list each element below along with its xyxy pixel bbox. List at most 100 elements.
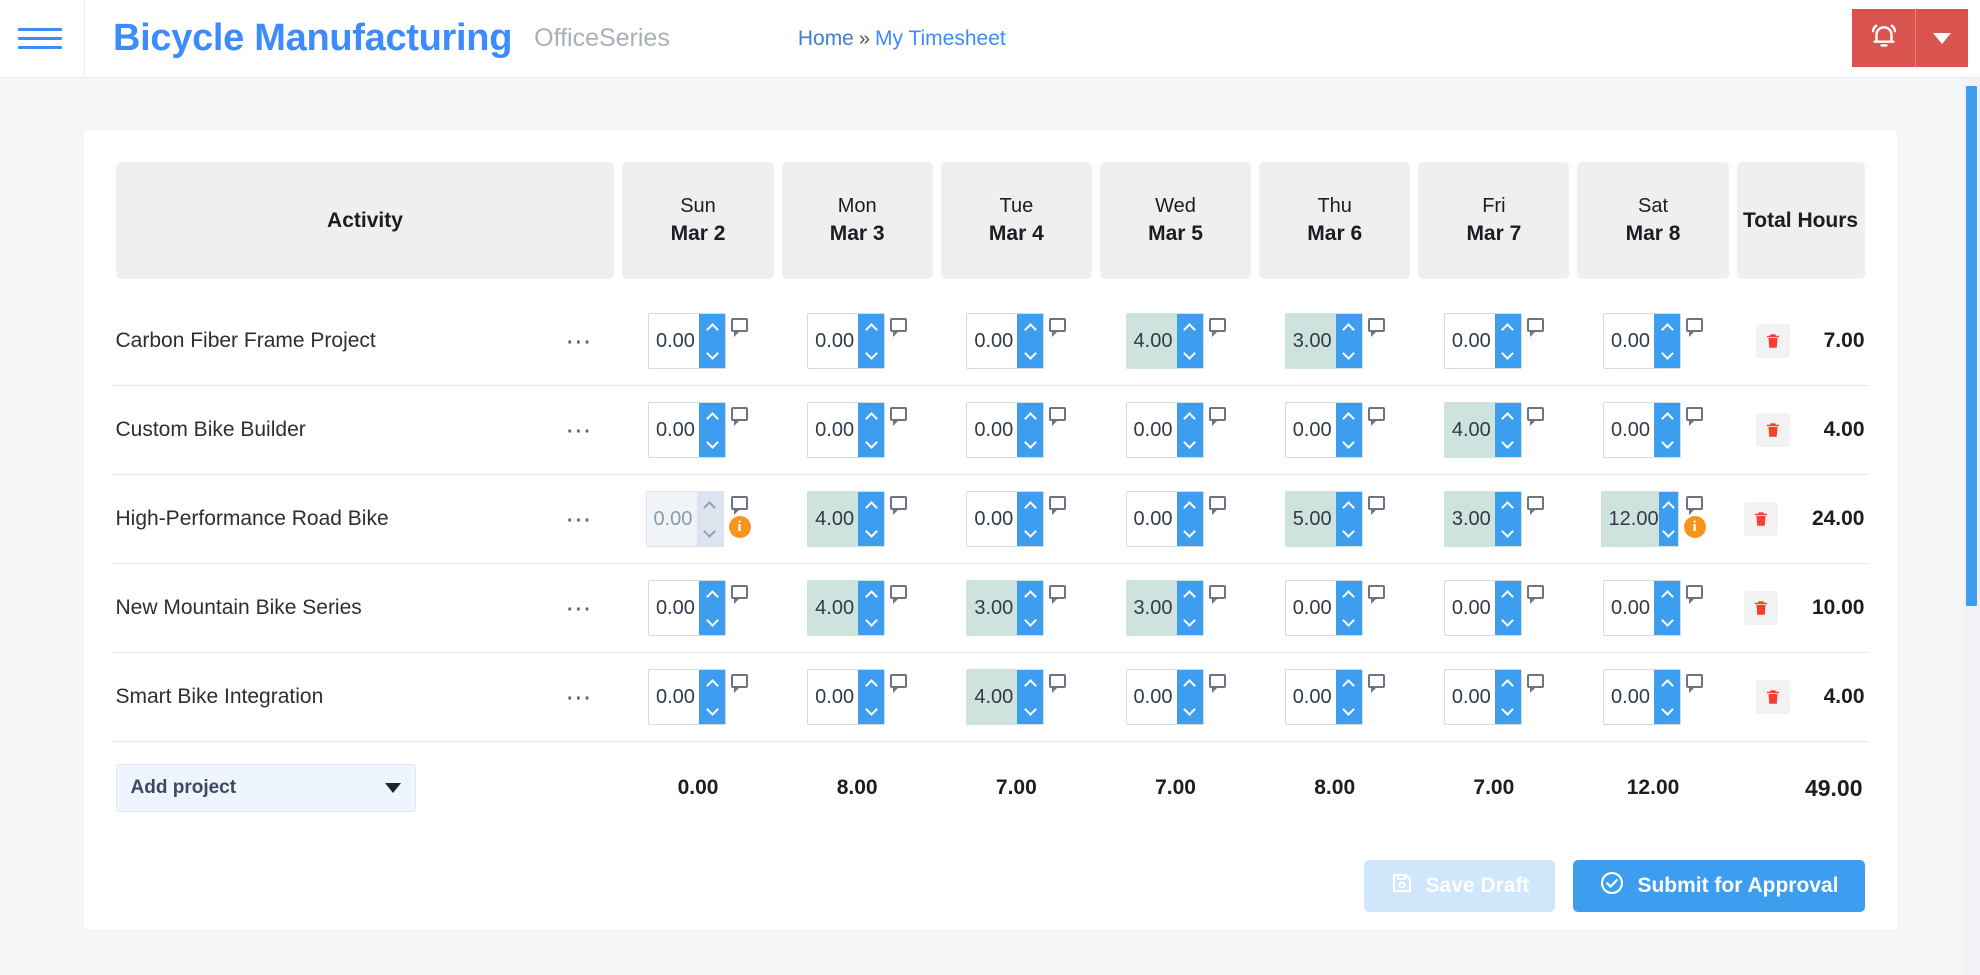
stepper-up-button[interactable] xyxy=(1654,403,1681,430)
stepper-down-button[interactable] xyxy=(858,430,885,457)
ellipsis-icon[interactable]: ⋯ xyxy=(561,417,598,443)
stepper-down-button[interactable] xyxy=(1017,519,1044,546)
hours-stepper[interactable]: 0.00 xyxy=(1125,669,1204,725)
comment-icon[interactable] xyxy=(1526,674,1544,693)
stepper-up-button[interactable] xyxy=(1176,314,1203,341)
stepper-up-button[interactable] xyxy=(1494,403,1521,430)
comment-icon[interactable] xyxy=(1049,407,1067,426)
hours-stepper[interactable]: 0.00 xyxy=(807,669,886,725)
stepper-up-button[interactable] xyxy=(1176,403,1203,430)
hours-input[interactable]: 3.00 xyxy=(967,581,1017,635)
comment-icon[interactable] xyxy=(1049,585,1067,604)
stepper-up-button[interactable] xyxy=(1017,492,1044,519)
breadcrumb-current[interactable]: My Timesheet xyxy=(875,27,1006,50)
stepper-down-button[interactable] xyxy=(858,341,885,368)
hours-stepper[interactable]: 0.00 xyxy=(966,313,1045,369)
comment-icon[interactable] xyxy=(1049,318,1067,337)
comment-icon[interactable] xyxy=(890,407,908,426)
hours-input[interactable]: 4.00 xyxy=(808,492,858,546)
stepper-down-button[interactable] xyxy=(858,697,885,724)
comment-icon[interactable] xyxy=(1208,674,1226,693)
hours-stepper[interactable]: 0.00 xyxy=(1284,402,1363,458)
hours-stepper[interactable]: 3.00 xyxy=(1125,580,1204,636)
stepper-up-button[interactable] xyxy=(1335,314,1362,341)
hours-input[interactable]: 0.00 xyxy=(1445,670,1495,724)
stepper-up-button[interactable] xyxy=(1658,492,1678,519)
stepper-down-button[interactable] xyxy=(1176,697,1203,724)
hours-input[interactable]: 4.00 xyxy=(1127,314,1177,368)
hours-input[interactable]: 12.00 xyxy=(1602,492,1659,546)
submit-for-approval-button[interactable]: Submit for Approval xyxy=(1573,860,1865,912)
stepper-down-button[interactable] xyxy=(858,608,885,635)
hours-input[interactable]: 3.00 xyxy=(1127,581,1177,635)
stepper-down-button[interactable] xyxy=(1335,697,1362,724)
hours-stepper[interactable]: 0.00 xyxy=(648,402,726,458)
comment-icon[interactable] xyxy=(1686,407,1704,426)
save-draft-button[interactable]: Save Draft xyxy=(1363,860,1556,912)
stepper-up-button[interactable] xyxy=(1335,581,1362,608)
stepper-up-button[interactable] xyxy=(699,403,725,430)
comment-icon[interactable] xyxy=(1686,496,1704,515)
hours-stepper[interactable]: 0.00 xyxy=(966,491,1045,547)
comment-icon[interactable] xyxy=(1049,496,1067,515)
hours-stepper[interactable]: 0.00 xyxy=(1603,669,1682,725)
stepper-down-button[interactable] xyxy=(699,341,725,368)
hours-stepper[interactable]: 12.00 xyxy=(1600,491,1679,547)
hours-input[interactable]: 0.00 xyxy=(1604,403,1654,457)
hours-input[interactable]: 3.00 xyxy=(1445,492,1495,546)
ellipsis-icon[interactable]: ⋯ xyxy=(561,684,598,710)
stepper-down-button[interactable] xyxy=(1335,430,1362,457)
hours-stepper[interactable]: 5.00 xyxy=(1284,491,1363,547)
stepper-up-button[interactable] xyxy=(699,314,725,341)
stepper-down-button[interactable] xyxy=(1654,341,1681,368)
stepper-up-button[interactable] xyxy=(858,670,885,697)
comment-icon[interactable] xyxy=(1526,407,1544,426)
hours-stepper[interactable]: 0.00 xyxy=(648,580,726,636)
hours-input[interactable]: 0.00 xyxy=(808,314,858,368)
comment-icon[interactable] xyxy=(731,407,748,426)
hours-stepper[interactable]: 0.00 xyxy=(807,402,886,458)
comment-icon[interactable] xyxy=(731,318,748,337)
stepper-down-button[interactable] xyxy=(1017,608,1044,635)
hours-input[interactable]: 0.00 xyxy=(1604,581,1654,635)
hours-stepper[interactable]: 0.00 xyxy=(966,402,1045,458)
stepper-down-button[interactable] xyxy=(699,608,725,635)
stepper-down-button[interactable] xyxy=(1658,519,1678,546)
hours-stepper[interactable]: 4.00 xyxy=(807,580,886,636)
stepper-up-button[interactable] xyxy=(1017,670,1044,697)
stepper-down-button[interactable] xyxy=(1335,608,1362,635)
ellipsis-icon[interactable]: ⋯ xyxy=(561,506,598,532)
comment-icon[interactable] xyxy=(890,496,908,515)
stepper-up-button[interactable] xyxy=(1335,670,1362,697)
hours-stepper[interactable]: 0.00 xyxy=(645,491,724,547)
stepper-up-button[interactable] xyxy=(858,492,885,519)
hours-input[interactable]: 0.00 xyxy=(1286,403,1336,457)
hours-stepper[interactable]: 0.00 xyxy=(1603,402,1682,458)
hours-stepper[interactable]: 0.00 xyxy=(648,669,726,725)
delete-row-button[interactable] xyxy=(1743,502,1778,536)
hours-stepper[interactable]: 0.00 xyxy=(648,313,726,369)
stepper-down-button[interactable] xyxy=(1176,430,1203,457)
comment-icon[interactable] xyxy=(1526,585,1544,604)
comment-icon[interactable] xyxy=(731,585,748,604)
breadcrumb-home[interactable]: Home xyxy=(798,27,854,50)
comment-icon[interactable] xyxy=(1208,407,1226,426)
hours-input[interactable]: 0.00 xyxy=(1445,314,1495,368)
hours-stepper[interactable]: 4.00 xyxy=(966,669,1045,725)
hours-stepper[interactable]: 0.00 xyxy=(1284,669,1363,725)
comment-icon[interactable] xyxy=(1367,318,1385,337)
stepper-up-button[interactable] xyxy=(858,314,885,341)
hours-stepper[interactable]: 3.00 xyxy=(1284,313,1363,369)
stepper-up-button[interactable] xyxy=(1654,314,1681,341)
delete-row-button[interactable] xyxy=(1743,591,1778,625)
stepper-up-button[interactable] xyxy=(1176,581,1203,608)
comment-icon[interactable] xyxy=(890,674,908,693)
hours-input[interactable]: 0.00 xyxy=(967,492,1017,546)
hours-input[interactable]: 0.00 xyxy=(647,492,697,546)
stepper-down-button[interactable] xyxy=(1176,608,1203,635)
hours-stepper[interactable]: 0.00 xyxy=(807,313,886,369)
comment-icon[interactable] xyxy=(1526,496,1544,515)
stepper-down-button[interactable] xyxy=(699,697,725,724)
comment-icon[interactable] xyxy=(1367,585,1385,604)
stepper-down-button[interactable] xyxy=(699,430,725,457)
